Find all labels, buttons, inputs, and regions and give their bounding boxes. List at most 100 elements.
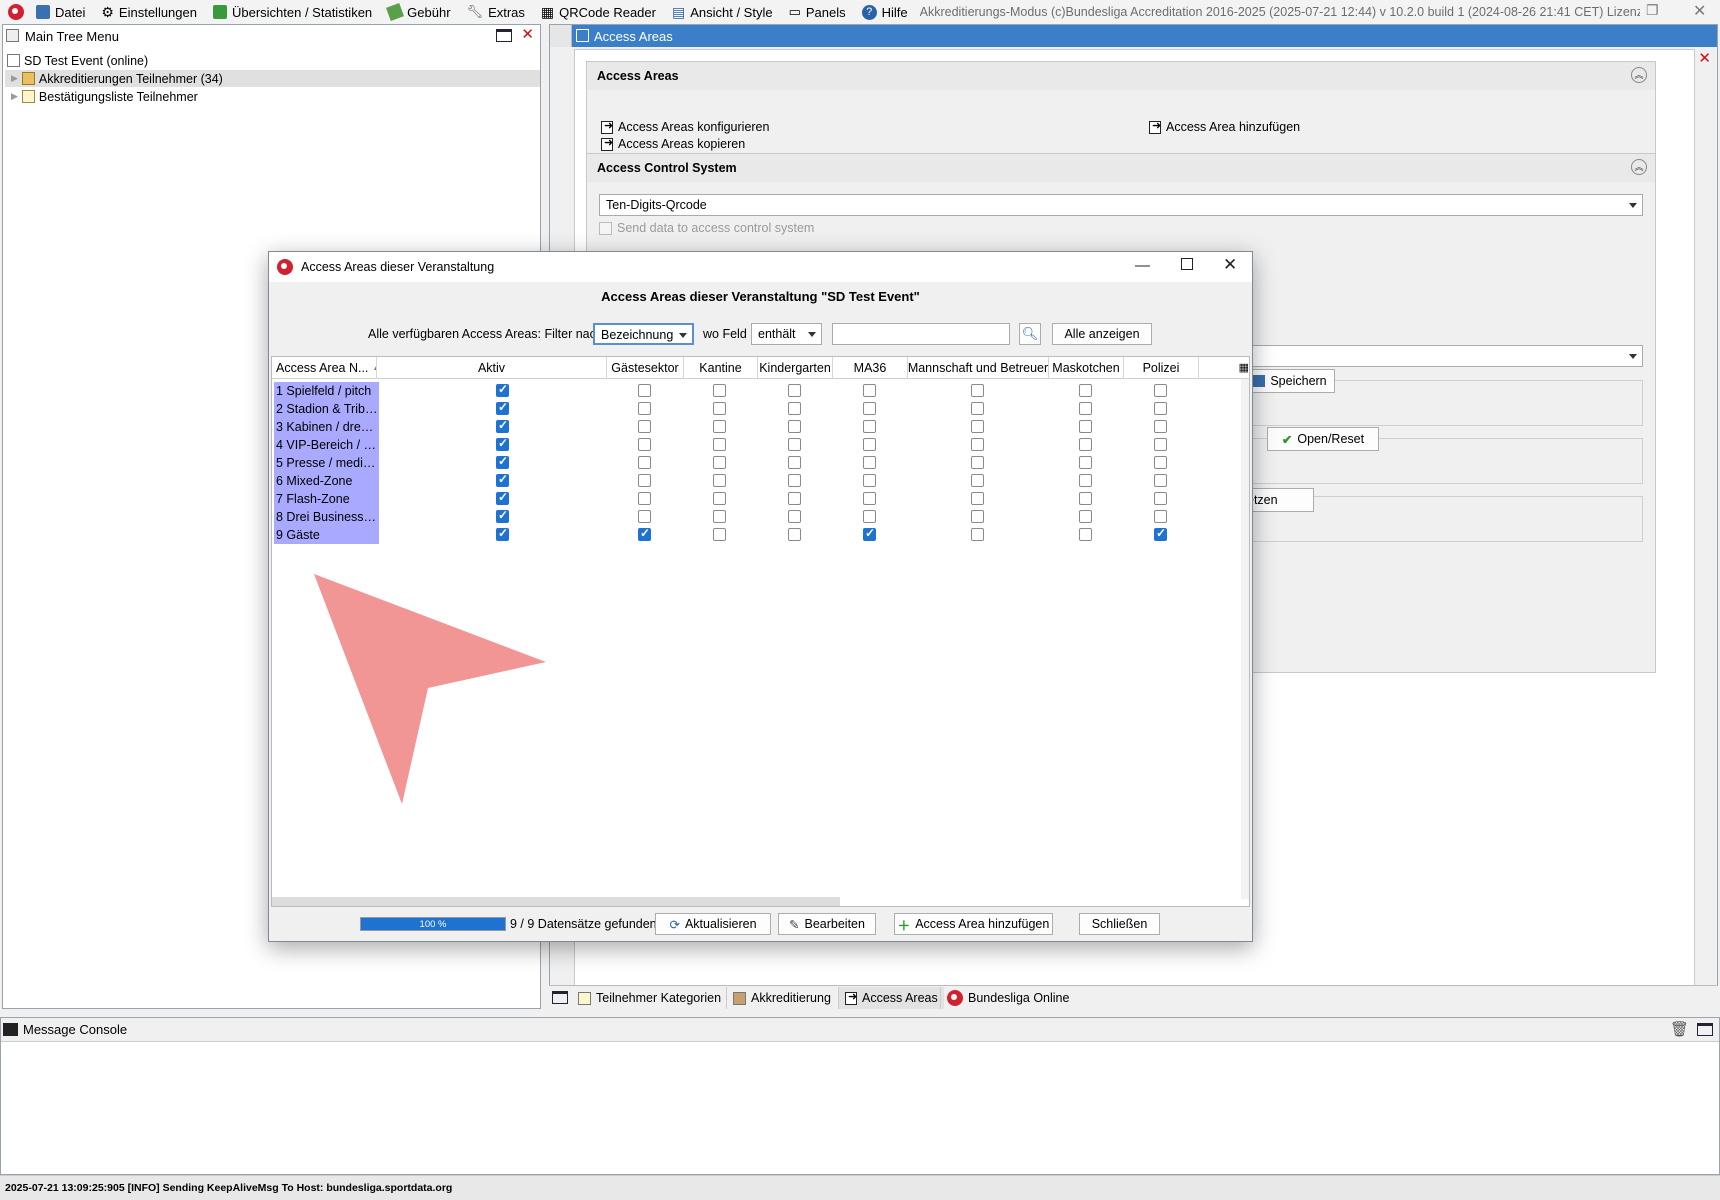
row-checkbox[interactable] [496,526,509,541]
row-checkbox[interactable] [1079,474,1092,487]
tab-teilnehmer-kategorien[interactable]: Teilnehmer Kategorien [572,987,727,1009]
row-name-cell[interactable]: 4 VIP-Bereich / VI... [274,436,379,454]
row-checkbox[interactable] [496,418,509,433]
maximize-panel-icon[interactable] [1697,1023,1713,1036]
trash-icon[interactable]: 🗑︎ [1670,1020,1689,1038]
row-checkbox[interactable] [863,402,876,415]
close-panel-icon[interactable]: ✕ [1698,49,1711,67]
row-checkbox[interactable] [496,490,509,505]
row-checkbox[interactable] [1154,474,1167,487]
column-header[interactable]: Aktiv [377,357,607,379]
row-checkbox[interactable] [788,456,801,469]
row-checkbox[interactable] [971,510,984,523]
row-checkbox[interactable] [638,510,651,523]
filter-field-select[interactable]: Bezeichnung [593,323,694,345]
panel-switch-icon[interactable] [550,25,572,47]
menu-ansicht-style[interactable]: ▤ Ansicht / Style [664,0,781,24]
row-checkbox[interactable] [638,438,651,451]
expand-icon[interactable]: ▶ [11,91,18,102]
row-checkbox[interactable] [863,438,876,451]
search-button[interactable]: 🔍︎ [1019,323,1041,345]
row-checkbox[interactable] [863,456,876,469]
row-checkbox[interactable] [638,456,651,469]
row-checkbox[interactable] [863,474,876,487]
menu-panels[interactable]: ▭ Panels [781,0,854,24]
row-checkbox[interactable] [788,420,801,433]
send-data-checkbox[interactable]: Send data to access control system [599,221,814,235]
row-checkbox[interactable] [713,492,726,505]
column-chooser[interactable]: ▦ [1199,357,1249,379]
link-access-areas-konfigurieren[interactable]: Access Areas konfigurieren [601,119,769,134]
speichern-button[interactable]: Speichern [1245,369,1335,393]
row-name-cell[interactable]: 8 Drei Business L... [274,508,379,526]
horizontal-scrollbar[interactable] [272,897,840,906]
collapse-icon[interactable]: ︽ [1631,159,1647,175]
row-checkbox[interactable] [1154,384,1167,397]
row-checkbox[interactable] [788,492,801,505]
row-checkbox[interactable] [496,472,509,487]
row-checkbox[interactable] [971,384,984,397]
row-checkbox[interactable] [1154,526,1167,541]
row-name-cell[interactable]: 7 Flash-Zone [274,490,379,508]
row-name-cell[interactable]: 9 Gäste [274,526,379,544]
row-checkbox[interactable] [496,508,509,523]
tree-item-akkreditierungen[interactable]: ▶ Akkreditierungen Teilnehmer (34) [5,70,540,87]
row-checkbox[interactable] [713,420,726,433]
row-checkbox[interactable] [971,474,984,487]
row-checkbox[interactable] [496,436,509,451]
menu-extras[interactable]: 🔧︎ Extras [459,0,533,24]
column-header[interactable]: Access Area N...▲ [272,357,377,379]
row-checkbox[interactable] [863,384,876,397]
row-checkbox[interactable] [638,526,651,541]
tab-akkreditierung[interactable]: Akkreditierung [726,987,837,1009]
tree-root[interactable]: SD Test Event (online) [7,52,148,69]
column-header[interactable]: Gästesektor [607,357,684,379]
row-checkbox[interactable] [713,528,726,541]
row-checkbox[interactable] [1079,402,1092,415]
row-name-cell[interactable]: 5 Presse / media t... [274,454,379,472]
close-panel-icon[interactable]: ✕ [521,25,534,43]
row-checkbox[interactable] [971,420,984,433]
restore-window-button[interactable]: ❐ [1646,2,1659,19]
panel-toggle-icon[interactable] [552,991,568,1004]
close-icon[interactable]: ✕ [1223,255,1237,275]
row-checkbox[interactable] [788,528,801,541]
menu-qrcode-reader[interactable]: ▦ QRCode Reader [533,0,664,24]
row-checkbox[interactable] [1079,384,1092,397]
row-checkbox[interactable] [1079,492,1092,505]
column-header[interactable]: Maskotchen [1049,357,1124,379]
row-checkbox[interactable] [496,400,509,415]
filter-operator-select[interactable]: enthält [751,323,822,345]
access-area-hinzufuegen-button[interactable]: ＋ Access Area hinzufügen [894,913,1053,935]
row-checkbox[interactable] [1154,420,1167,433]
row-name-cell[interactable]: 6 Mixed-Zone [274,472,379,490]
row-checkbox[interactable] [1079,456,1092,469]
row-name-cell[interactable]: 3 Kabinen / dressi... [274,418,379,436]
row-checkbox[interactable] [971,456,984,469]
row-checkbox[interactable] [863,492,876,505]
menu-uebersichten[interactable]: Übersichten / Statistiken [205,0,380,24]
row-checkbox[interactable] [863,510,876,523]
row-checkbox[interactable] [788,474,801,487]
menu-einstellungen[interactable]: ⚙ Einstellungen [93,0,205,24]
row-checkbox[interactable] [971,492,984,505]
row-checkbox[interactable] [713,384,726,397]
row-checkbox[interactable] [638,402,651,415]
row-checkbox[interactable] [638,384,651,397]
row-checkbox[interactable] [638,474,651,487]
link-access-areas-kopieren[interactable]: Access Areas kopieren [601,136,745,151]
row-checkbox[interactable] [863,420,876,433]
column-header[interactable]: Kindergarten [758,357,833,379]
row-checkbox[interactable] [1154,402,1167,415]
menu-gebuehr[interactable]: Gebühr [380,0,458,24]
minimize-icon[interactable]: — [1135,257,1150,274]
row-name-cell[interactable]: 2 Stadion & Tribü... [274,400,379,418]
maximize-icon[interactable] [1181,258,1193,270]
tab-bundesliga-online[interactable]: Bundesliga Online [940,987,1075,1009]
aktualisieren-button[interactable]: ⟳ Aktualisieren [655,913,771,935]
checkbox[interactable] [599,221,612,235]
row-checkbox[interactable] [1079,510,1092,523]
row-checkbox[interactable] [1079,420,1092,433]
row-checkbox[interactable] [971,402,984,415]
filter-search-input[interactable] [832,323,1010,345]
